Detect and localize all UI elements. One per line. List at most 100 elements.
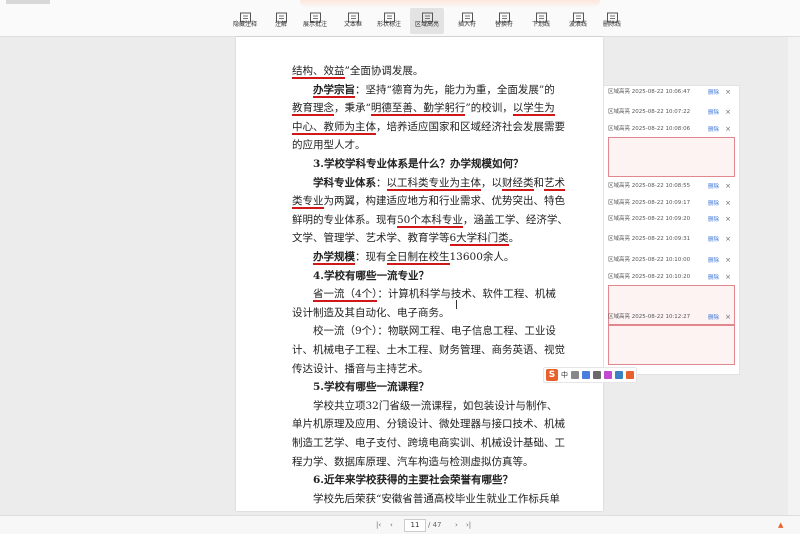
annotation-delete-button[interactable]: 删除	[708, 215, 719, 223]
highlighted-text[interactable]: 全日制在校生	[386, 251, 450, 265]
text-run: 13600余人。	[449, 251, 515, 263]
text-run	[292, 270, 313, 282]
tool-show-comments[interactable]: 展示批注	[298, 8, 332, 34]
annotation-delete-button[interactable]: 删除	[708, 199, 719, 207]
text-run: 制造工艺学、电子支付、跨境电商实训、机械设计基础、工	[292, 437, 565, 449]
next-page-icon[interactable]: ›	[455, 519, 458, 531]
text-run: ，涵盖工学、经济学、	[462, 213, 568, 226]
annotation-delete-button[interactable]: 删除	[708, 125, 719, 133]
document-line: 制造工艺学、电子支付、跨境电商实训、机械设计基础、工	[292, 435, 565, 453]
annotation-card[interactable]: 区域高亮 2025-08-22 10:06:47 删除 ×	[608, 88, 735, 97]
document-line: 学校先后荣获“安徽省普通高校毕业生就业工作标兵单	[292, 491, 560, 509]
text-run: ：	[376, 176, 387, 189]
ime-mode[interactable]: 中	[561, 370, 568, 380]
annotation-delete-button[interactable]: 删除	[708, 182, 719, 190]
tool-label: 区域高亮	[414, 21, 439, 28]
close-icon[interactable]: ×	[725, 273, 731, 281]
annotation-delete-button[interactable]: 删除	[708, 273, 719, 281]
vertical-scrollbar[interactable]	[788, 37, 800, 515]
show-comments-icon	[309, 8, 322, 23]
text-run: 5.学校有哪些一流课程？	[313, 381, 429, 394]
text-run: 学科专业体系	[313, 176, 376, 189]
highlighted-text[interactable]: 结构、效益	[292, 65, 345, 79]
area-highlight-icon	[421, 8, 434, 23]
tool-insert-caret[interactable]: 插入符	[450, 8, 484, 34]
annotation-card[interactable]: 区域高亮 2025-08-22 10:09:17 删除 ×	[608, 199, 735, 208]
tool-wavy-line[interactable]: 波浪线	[561, 8, 595, 34]
text-run: 3.学校学科专业体系是什么？办学规模如何？	[313, 158, 524, 170]
close-icon[interactable]: ×	[725, 88, 731, 96]
text-run: ，秉承“	[334, 102, 371, 115]
close-icon[interactable]: ×	[725, 256, 731, 264]
close-icon[interactable]: ×	[725, 182, 731, 190]
annotation-card[interactable]: 区域高亮 2025-08-22 10:10:00 删除 ×	[608, 256, 735, 265]
ime-toolbar[interactable]: S 中	[543, 367, 637, 383]
first-page-icon[interactable]: |‹	[376, 519, 381, 531]
highlighted-text[interactable]: 办学规模	[313, 251, 355, 265]
close-icon[interactable]: ×	[725, 125, 731, 133]
text-run: 6.近年来学校获得的主要社会荣誉有哪些？	[313, 474, 513, 487]
text-run: ”全面协调发展。	[344, 65, 424, 77]
close-icon[interactable]: ×	[725, 215, 731, 223]
tool-hide-annotation[interactable]: 隐藏注释	[228, 8, 262, 34]
annotation-card[interactable]: 区域高亮 2025-08-22 10:08:06 删除 ×	[608, 125, 735, 177]
highlighted-text[interactable]: 省一流（4个）	[313, 288, 378, 303]
page-number-input[interactable]: 11	[404, 519, 426, 532]
highlighted-text[interactable]: 以工科类专业为主体	[386, 176, 481, 191]
annotation-card[interactable]: 区域高亮 2025-08-22 10:12:27 删除 ×	[608, 313, 735, 365]
annotation-card[interactable]: 区域高亮 2025-08-22 10:07:22 删除 ×	[608, 108, 735, 117]
highlighted-text[interactable]: 以学生为	[512, 102, 555, 117]
highlighted-text[interactable]: 6大学科门类	[449, 232, 509, 247]
more-icon[interactable]	[626, 371, 634, 379]
tool-replace-caret[interactable]: 替换符	[487, 8, 521, 34]
annotation-delete-button[interactable]: 删除	[708, 235, 719, 243]
microphone-icon[interactable]	[582, 371, 590, 379]
prev-page-icon[interactable]: ‹	[390, 519, 393, 531]
text-run	[292, 177, 313, 189]
strikethrough-icon	[606, 8, 619, 23]
sogou-logo-icon: S	[546, 369, 558, 381]
shape-markup-icon	[383, 8, 396, 23]
annotation-card[interactable]: 区域高亮 2025-08-22 10:09:20 删除 ×	[608, 215, 735, 224]
tool-comment[interactable]: 注解	[264, 8, 298, 34]
annotation-delete-button[interactable]: 删除	[708, 88, 719, 96]
annotation-card[interactable]: 区域高亮 2025-08-22 10:08:55 删除 ×	[608, 182, 735, 191]
document-line: 省一流（4个）：计算机科学与技术、软件工程、机械	[292, 286, 556, 304]
close-icon[interactable]: ×	[725, 199, 731, 207]
highlighted-text[interactable]: 50个本科专业	[397, 213, 463, 228]
annotation-comment-input[interactable]	[608, 325, 735, 365]
highlighted-text[interactable]: 明德至善、勤学躬行	[370, 102, 466, 117]
highlighted-text[interactable]: 艺术	[544, 176, 565, 191]
highlighted-text[interactable]: 财经类	[502, 176, 534, 191]
last-page-icon[interactable]: ›|	[466, 519, 471, 531]
highlighted-text[interactable]: 中心、教师为主体	[292, 120, 376, 135]
tool-strikethrough[interactable]: 删除线	[595, 8, 629, 34]
annotation-delete-button[interactable]: 删除	[708, 313, 719, 321]
close-icon[interactable]: ×	[725, 313, 731, 321]
tool-area-highlight[interactable]: 区域高亮	[410, 8, 444, 34]
document-line: 结构、效益”全面协调发展。	[292, 63, 423, 81]
highlighted-text[interactable]: 类专业	[292, 195, 324, 210]
status-icon[interactable]: ▲	[778, 519, 783, 531]
annotation-comment-input[interactable]	[608, 137, 735, 177]
annotation-delete-button[interactable]: 删除	[708, 108, 719, 116]
skin-icon[interactable]	[604, 371, 612, 379]
text-run: 传达设计、播音与主持艺术。	[292, 362, 429, 375]
close-icon[interactable]: ×	[725, 108, 731, 116]
highlighted-text[interactable]: 办学宗旨	[313, 83, 355, 98]
text-run: 单片机原理及应用、分镜设计、微处理器与接口技术、机械	[292, 418, 565, 431]
document-line: 办学宗旨：坚持“德育为先，能力为重，全面发展”的	[292, 82, 555, 100]
annotation-delete-button[interactable]: 删除	[708, 256, 719, 264]
keyboard-icon[interactable]	[593, 371, 601, 379]
punctuation-icon[interactable]	[571, 371, 579, 379]
tool-shape-markup[interactable]: 形状标注	[372, 8, 406, 34]
close-icon[interactable]: ×	[725, 235, 731, 243]
toolbox-icon[interactable]	[615, 371, 623, 379]
annotation-card[interactable]: 区域高亮 2025-08-22 10:09:31 删除 ×	[608, 235, 735, 244]
tool-underline[interactable]: 下划线	[524, 8, 558, 34]
document-line: 文学、管理学、艺术学、教育学等6大学科门类。	[292, 230, 519, 248]
tool-textbox[interactable]: 文本框	[336, 8, 370, 34]
document-line: 3.学校学科专业体系是什么？办学规模如何？	[292, 156, 523, 174]
document-line: 5.学校有哪些一流课程？	[292, 379, 429, 397]
highlighted-text[interactable]: 教育理念	[292, 102, 334, 117]
